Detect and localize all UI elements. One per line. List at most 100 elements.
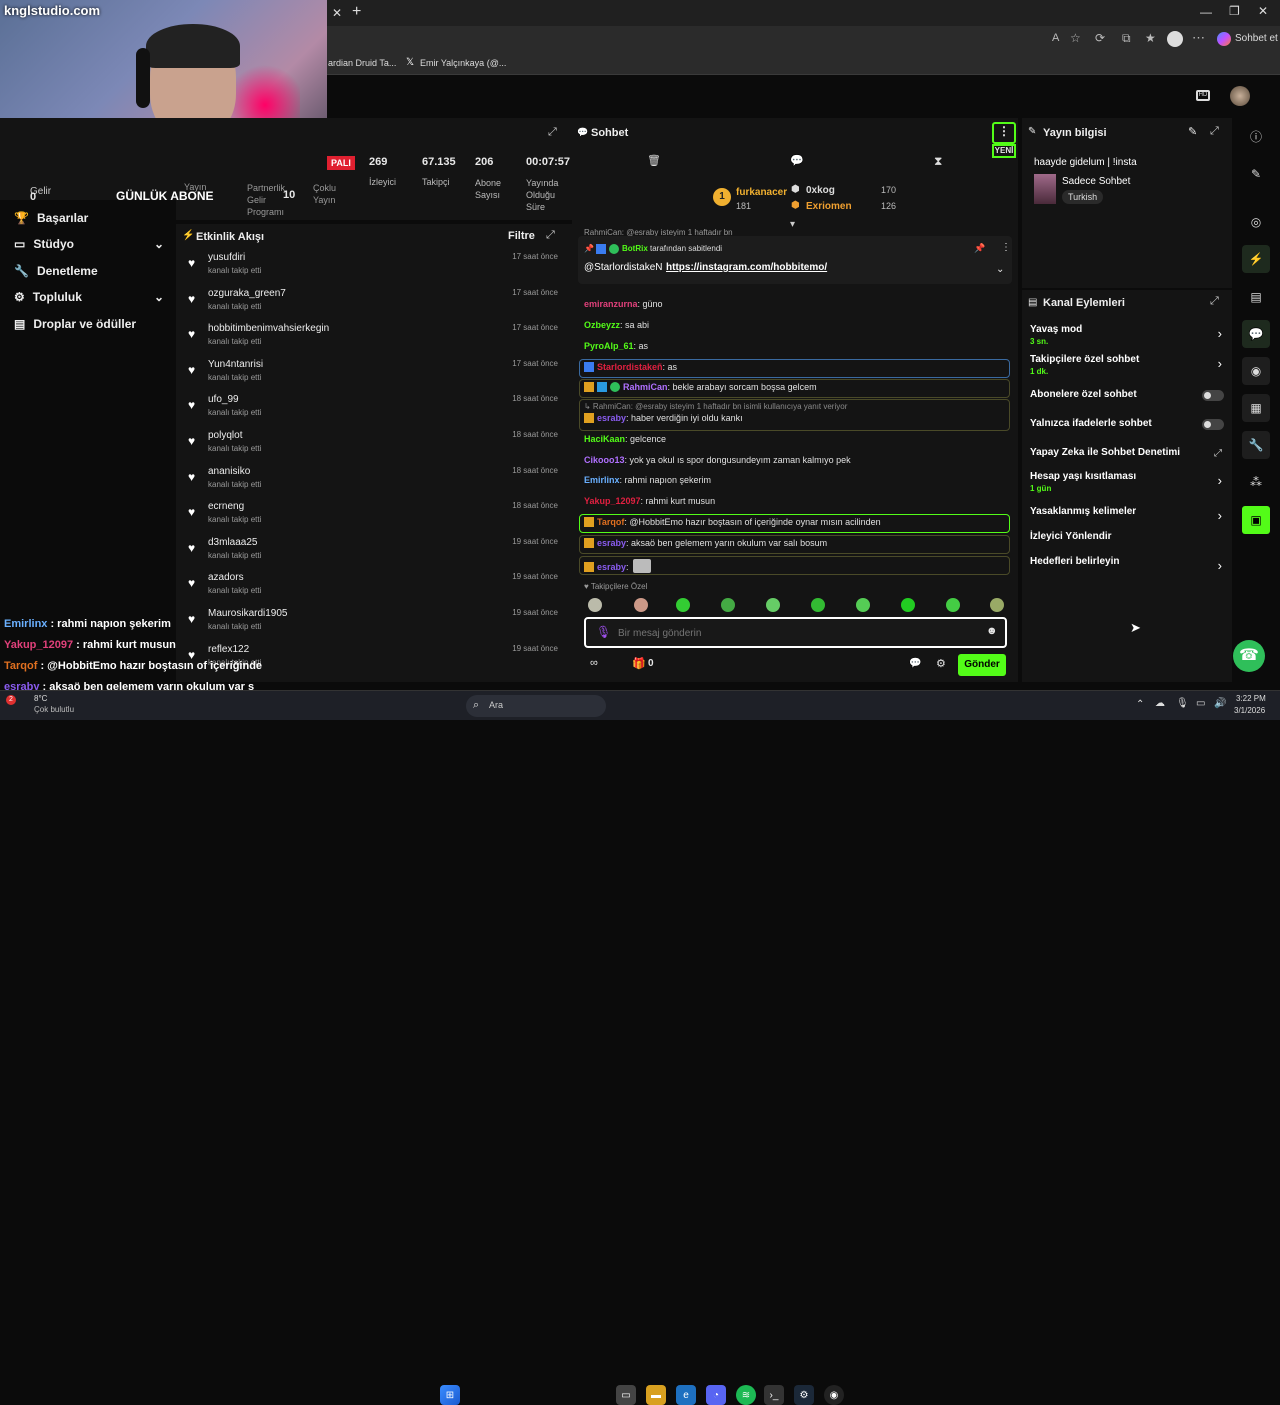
chat-message[interactable]: PyroAlp_61: as <box>584 341 648 351</box>
channel-action[interactable]: Yavaş mod 3 sn. › <box>1030 324 1226 348</box>
feed-item[interactable]: ♥ Yun4ntanrisi kanalı takip etti 17 saat ön… <box>182 357 562 393</box>
chat-bubble-icon[interactable]: 💬 <box>909 658 921 669</box>
channel-action[interactable]: Yapay Zeka ile Sohbet Denetimi ⤢ <box>1030 447 1226 471</box>
channel-action[interactable]: Yasaklanmış kelimeler › <box>1030 506 1226 530</box>
popout-icon[interactable]: ⤢ <box>548 126 557 139</box>
emote[interactable] <box>588 598 602 612</box>
layout-icon[interactable]: ▦ <box>1242 394 1270 422</box>
emote[interactable] <box>990 598 1004 612</box>
chat-icon[interactable]: 💬 <box>1242 320 1270 348</box>
explorer-icon[interactable]: ▬ <box>646 1385 666 1405</box>
more-icon[interactable]: ⋯ <box>1192 30 1205 46</box>
spotify-icon[interactable]: ≋ <box>736 1385 756 1405</box>
hourglass-icon[interactable]: ⧗ <box>934 154 942 169</box>
channel-action[interactable]: Hesap yaşı kısıtlaması 1 gün › <box>1030 471 1226 495</box>
nav-community[interactable]: ⚙ Topluluk ⌄ <box>14 286 164 308</box>
emote[interactable] <box>811 598 825 612</box>
gift-icon[interactable]: 🎁 <box>632 657 646 670</box>
feed-item[interactable]: ♥ ananisiko kanalı takip etti 18 saat önce <box>182 464 562 500</box>
emote[interactable] <box>721 598 735 612</box>
chat-username[interactable]: RahmiCan <box>623 382 668 392</box>
channel-action[interactable]: Abonelere özel sohbet <box>1030 389 1226 413</box>
wrench-icon[interactable]: 🔧 <box>1242 431 1270 459</box>
chat-message[interactable]: Ozbeyzz: sa abi <box>584 320 649 330</box>
edit-icon[interactable]: ✎ <box>1188 125 1197 138</box>
chat-input[interactable] <box>618 623 978 643</box>
favorite-icon[interactable]: ☆ <box>1070 31 1081 45</box>
read-aloud-icon[interactable]: A <box>1052 32 1059 44</box>
popout-icon[interactable]: ⤢ <box>546 229 555 242</box>
chat-menu-icon[interactable]: ⋮ <box>992 122 1016 144</box>
send-button[interactable]: Gönder <box>958 654 1006 676</box>
chat-username[interactable]: emiranzurna <box>584 299 638 309</box>
chevron-right-icon[interactable]: › <box>1218 326 1222 341</box>
toggle-switch[interactable] <box>1202 390 1224 401</box>
collapse-icon[interactable]: ▾ <box>790 219 795 230</box>
emote[interactable] <box>766 598 780 612</box>
pinned-message[interactable]: 📌 BotRix tarafından sabitlendi 📌 ⋮ @Star… <box>578 236 1012 284</box>
minimize-icon[interactable]: — <box>1200 5 1212 19</box>
emoji-icon[interactable]: ☻ <box>986 625 998 637</box>
chat-message[interactable]: Emirlinx: rahmi napıon şekerim <box>584 475 711 485</box>
mic-icon[interactable]: 🎙 <box>1176 698 1189 709</box>
feed-item[interactable]: ♥ azadors kanalı takip etti 19 saat önce <box>182 570 562 606</box>
bolt-icon[interactable]: ⚡ <box>1242 245 1270 273</box>
chat-username[interactable]: Ozbeyzz <box>584 320 620 330</box>
pinned-link[interactable]: https://instagram.com/hobbitemo/ <box>666 262 827 273</box>
chevron-right-icon[interactable]: › <box>1218 558 1222 573</box>
leader-name[interactable]: furkanacer <box>736 187 787 198</box>
chat-message[interactable]: Yakup_12097: rahmi kurt musun <box>584 496 715 506</box>
channel-action[interactable]: Yalnızca ifadelerle sohbet <box>1030 418 1226 442</box>
close-window-icon[interactable]: ✕ <box>1258 4 1268 18</box>
chat-message[interactable]: HaciKaan: gelcence <box>584 434 666 444</box>
target-icon[interactable]: ◎ <box>1242 208 1270 236</box>
nav-achievements[interactable]: 🏆 Başarılar <box>14 207 88 229</box>
chat-username[interactable]: Tarqof <box>597 517 624 527</box>
leader-name[interactable]: Exriomen <box>806 201 852 212</box>
network-icon[interactable]: ▭ <box>1196 698 1205 709</box>
tab-close-icon[interactable]: ✕ <box>332 6 342 20</box>
document-icon[interactable]: ▤ <box>1242 283 1270 311</box>
file-icon[interactable]: ▭ <box>616 1385 636 1405</box>
terminal-icon[interactable]: ›_ <box>764 1385 784 1405</box>
headset-support-icon[interactable]: ☎ <box>1233 640 1265 672</box>
new-tab-icon[interactable]: + <box>352 3 361 21</box>
popout-icon[interactable]: ⤢ <box>1210 295 1219 308</box>
bookmark-item[interactable]: Emir Yalçınkaya (@... <box>420 58 506 68</box>
nav-drops[interactable]: ▤ Droplar ve ödüller <box>14 313 136 335</box>
feed-item[interactable]: ♥ ufo_99 kanalı takip etti 18 saat önce <box>182 392 562 428</box>
toggle-switch[interactable] <box>1202 419 1224 430</box>
nav-moderation[interactable]: 🔧 Denetleme <box>14 260 98 282</box>
pinned-menu-icon[interactable]: ⋮ <box>1001 242 1011 253</box>
feed-item[interactable]: ♥ d3mlaaa25 kanalı takip etti 19 saat önce <box>182 535 562 571</box>
cloud-icon[interactable]: ☁ <box>1155 698 1165 709</box>
emote[interactable] <box>946 598 960 612</box>
taskbar-search[interactable]: ⌕ Ara <box>466 695 606 717</box>
chevron-right-icon[interactable]: › <box>1218 508 1222 523</box>
feed-item[interactable]: ♥ ecrneng kanalı takip etti 18 saat önce <box>182 499 562 535</box>
chat-username[interactable]: Yakup_12097 <box>584 496 641 506</box>
volume-icon[interactable]: 🔊 <box>1214 698 1226 709</box>
external-link-icon[interactable]: ⤢ <box>1214 448 1222 459</box>
extensions-icon[interactable]: ⧉ <box>1122 31 1131 46</box>
refresh-icon[interactable]: ⟳ <box>1095 31 1105 45</box>
tag-chip[interactable]: Turkish <box>1062 190 1104 204</box>
copilot-icon[interactable] <box>1217 32 1231 46</box>
copilot-label[interactable]: Sohbet et <box>1235 33 1278 44</box>
chat-message[interactable]: emiranzurna: güno <box>584 299 663 309</box>
chevron-right-icon[interactable]: › <box>1218 473 1222 488</box>
chat-username[interactable]: HaciKaan <box>584 434 625 444</box>
mic-icon[interactable]: 🎙 <box>596 625 611 639</box>
community-icon[interactable]: ⁂ <box>1242 468 1270 496</box>
chat-message[interactable]: esraby: haber verdiğin iyi oldu kankı <box>584 413 743 423</box>
maximize-icon[interactable]: ❐ <box>1229 4 1240 18</box>
emote[interactable] <box>856 598 870 612</box>
favorites-bar-icon[interactable]: ★ <box>1145 31 1156 45</box>
chat-username[interactable]: PyroAlp_61 <box>584 341 634 351</box>
emote[interactable] <box>901 598 915 612</box>
emote[interactable] <box>634 598 648 612</box>
nav-studio[interactable]: ▭ Stüdyo ⌄ <box>14 233 164 255</box>
pencil-icon[interactable]: ✎ <box>1242 160 1270 188</box>
feed-item[interactable]: ♥ polyqlot kanalı takip etti 18 saat önce <box>182 428 562 464</box>
edge-icon[interactable]: e <box>676 1385 696 1405</box>
